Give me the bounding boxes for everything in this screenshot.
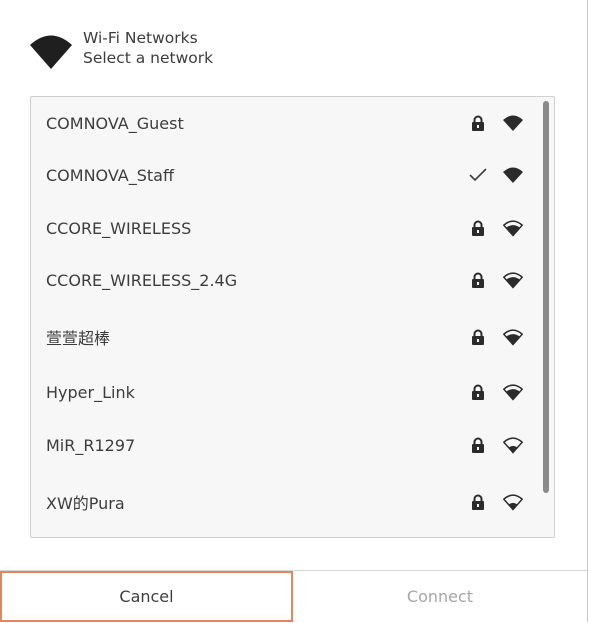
lock-icon bbox=[469, 219, 487, 237]
network-row[interactable]: CCORE_WIRELESS_2.4G bbox=[31, 255, 539, 305]
network-row[interactable]: Hyper_Link bbox=[31, 367, 539, 417]
dialog-footer: Cancel Connect bbox=[0, 570, 587, 622]
wifi-signal-low-icon bbox=[503, 437, 523, 454]
wifi-signal-medium-icon bbox=[503, 220, 523, 237]
network-row[interactable]: COMNOVA_Guest bbox=[31, 98, 539, 148]
wifi-signal-medium-icon bbox=[503, 329, 523, 346]
scrollbar[interactable] bbox=[543, 101, 549, 493]
wifi-signal-full-icon bbox=[503, 167, 523, 183]
lock-icon bbox=[469, 328, 487, 346]
wifi-signal-low-icon bbox=[503, 494, 523, 511]
network-row[interactable]: XW的Pura bbox=[31, 477, 539, 527]
wifi-dialog: Wi-Fi Networks Select a network COMNOVA_… bbox=[0, 0, 588, 622]
network-list[interactable]: COMNOVA_Guest COMNOVA_Staff CCORE_WIRELE… bbox=[30, 96, 555, 538]
network-name: XW的Pura bbox=[46, 494, 125, 513]
network-name: CCORE_WIRELESS bbox=[46, 218, 192, 238]
network-row[interactable]: MiR_R1297 bbox=[31, 420, 539, 470]
network-row[interactable]: COMNOVA_Staff bbox=[31, 150, 539, 200]
network-row[interactable]: CCORE_WIRELESS bbox=[31, 203, 539, 253]
cancel-button[interactable]: Cancel bbox=[0, 571, 293, 622]
lock-icon bbox=[469, 271, 487, 289]
wifi-signal-medium-icon bbox=[503, 384, 523, 401]
network-name: Hyper_Link bbox=[46, 382, 135, 402]
network-name: COMNOVA_Guest bbox=[46, 113, 184, 133]
lock-icon bbox=[469, 436, 487, 454]
connect-button[interactable]: Connect bbox=[293, 571, 587, 622]
lock-icon bbox=[469, 383, 487, 401]
network-name: MiR_R1297 bbox=[46, 435, 136, 455]
network-name: 萱萱超棒 bbox=[46, 329, 111, 348]
dialog-subtitle: Select a network bbox=[83, 49, 214, 67]
wifi-signal-full-icon bbox=[503, 115, 523, 131]
network-row[interactable]: 萱萱超棒 bbox=[31, 312, 539, 362]
network-name: COMNOVA_Staff bbox=[46, 165, 174, 185]
checkmark-icon bbox=[469, 166, 487, 184]
network-name: CCORE_WIRELESS_2.4G bbox=[46, 270, 238, 290]
wifi-icon bbox=[30, 35, 72, 69]
lock-icon bbox=[469, 114, 487, 132]
wifi-signal-medium-icon bbox=[503, 272, 523, 289]
dialog-header: Wi-Fi Networks Select a network bbox=[30, 28, 213, 70]
dialog-title: Wi-Fi Networks bbox=[83, 29, 198, 47]
lock-icon bbox=[469, 493, 487, 511]
